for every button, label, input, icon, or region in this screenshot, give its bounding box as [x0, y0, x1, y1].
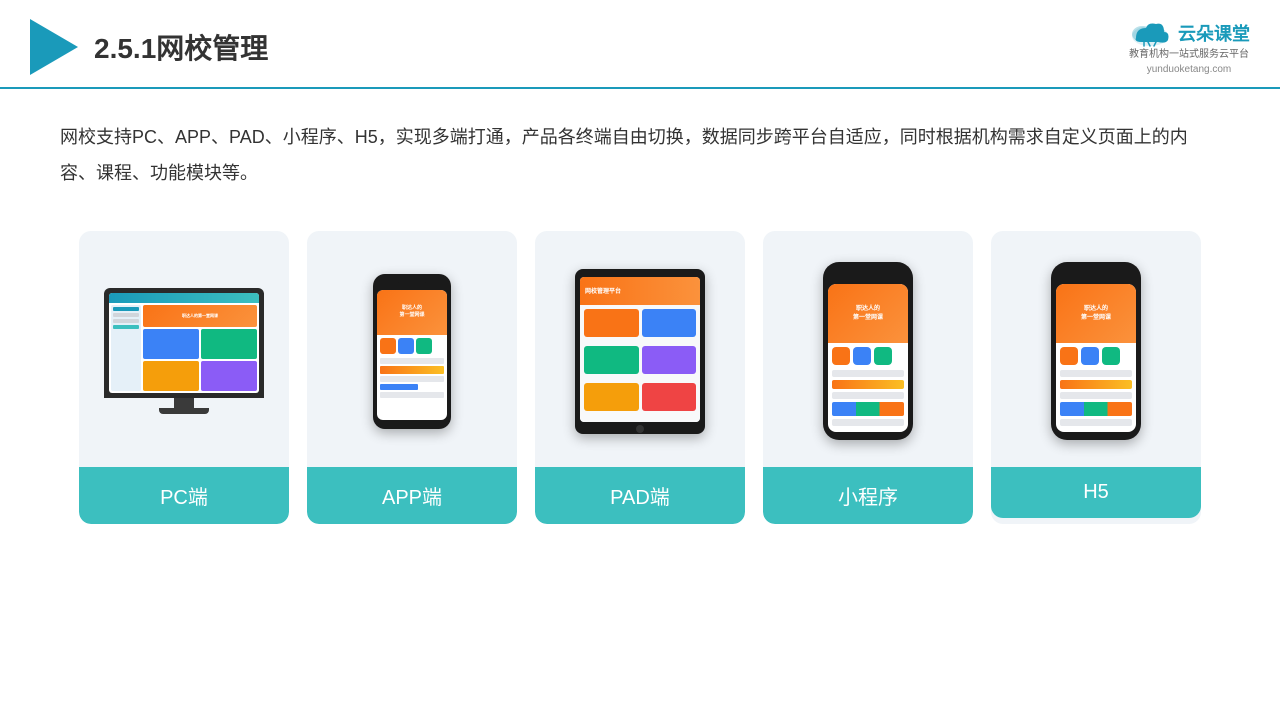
app-phone: 职达人的第一堂网课 — [373, 274, 451, 429]
h5-phone: 职达人的第一堂网课 — [1051, 262, 1141, 440]
header: 2.5.1网校管理 云朵课堂 教育机构一站式服务云平台 yunduoketang… — [0, 0, 1280, 89]
play-icon — [30, 19, 78, 75]
phone-notch — [397, 282, 427, 287]
mini-image: 职达人的第一堂网课 — [773, 251, 963, 451]
monitor-stand — [174, 398, 194, 408]
app-image: 职达人的第一堂网课 — [317, 251, 507, 451]
pc-card-label: PC端 — [79, 467, 289, 524]
pc-monitor: 职达人的第一堂网课 — [104, 288, 264, 414]
mini-card: 职达人的第一堂网课 — [763, 231, 973, 524]
tablet-frame: 网校管理平台 — [575, 269, 705, 434]
phone-screen: 职达人的第一堂网课 — [377, 290, 447, 420]
description-text: 网校支持PC、APP、PAD、小程序、H5，实现多端打通，产品各终端自由切换，数… — [0, 89, 1280, 211]
tablet-screen: 网校管理平台 — [580, 277, 700, 422]
pad-card: 网校管理平台 PAD端 — [535, 231, 745, 524]
pad-card-label: PAD端 — [535, 467, 745, 524]
monitor-screen: 职达人的第一堂网课 — [109, 293, 259, 393]
h5-card: 职达人的第一堂网课 — [991, 231, 1201, 524]
h5-phone-notch — [1079, 274, 1114, 280]
monitor-frame: 职达人的第一堂网课 — [104, 288, 264, 398]
tablet-home-button — [636, 425, 644, 433]
cloud-logo: 云朵课堂 — [1128, 18, 1250, 48]
large-phone-notch — [851, 274, 886, 280]
cloud-icon — [1128, 18, 1172, 48]
monitor-base — [159, 408, 209, 414]
pc-image: 职达人的第一堂网课 — [89, 251, 279, 451]
header-left: 2.5.1网校管理 — [30, 19, 268, 75]
page-title: 2.5.1网校管理 — [94, 27, 268, 67]
h5-phone-screen: 职达人的第一堂网课 — [1056, 284, 1136, 432]
mini-phone: 职达人的第一堂网课 — [823, 262, 913, 440]
device-cards-section: 职达人的第一堂网课 — [0, 211, 1280, 544]
large-phone-screen: 职达人的第一堂网课 — [828, 284, 908, 432]
brand-logo: 云朵课堂 教育机构一站式服务云平台 yunduoketang.com — [1128, 18, 1250, 75]
pad-image: 网校管理平台 — [545, 251, 735, 451]
logo-name: 云朵课堂 — [1178, 20, 1250, 46]
h5-card-label: H5 — [991, 467, 1201, 518]
h5-image: 职达人的第一堂网课 — [1001, 251, 1191, 451]
pc-card: 职达人的第一堂网课 — [79, 231, 289, 524]
mini-card-label: 小程序 — [763, 467, 973, 524]
app-card: 职达人的第一堂网课 — [307, 231, 517, 524]
logo-url: yunduoketang.com — [1147, 64, 1232, 75]
app-card-label: APP端 — [307, 467, 517, 524]
logo-subtitle: 教育机构一站式服务云平台 — [1129, 48, 1249, 62]
